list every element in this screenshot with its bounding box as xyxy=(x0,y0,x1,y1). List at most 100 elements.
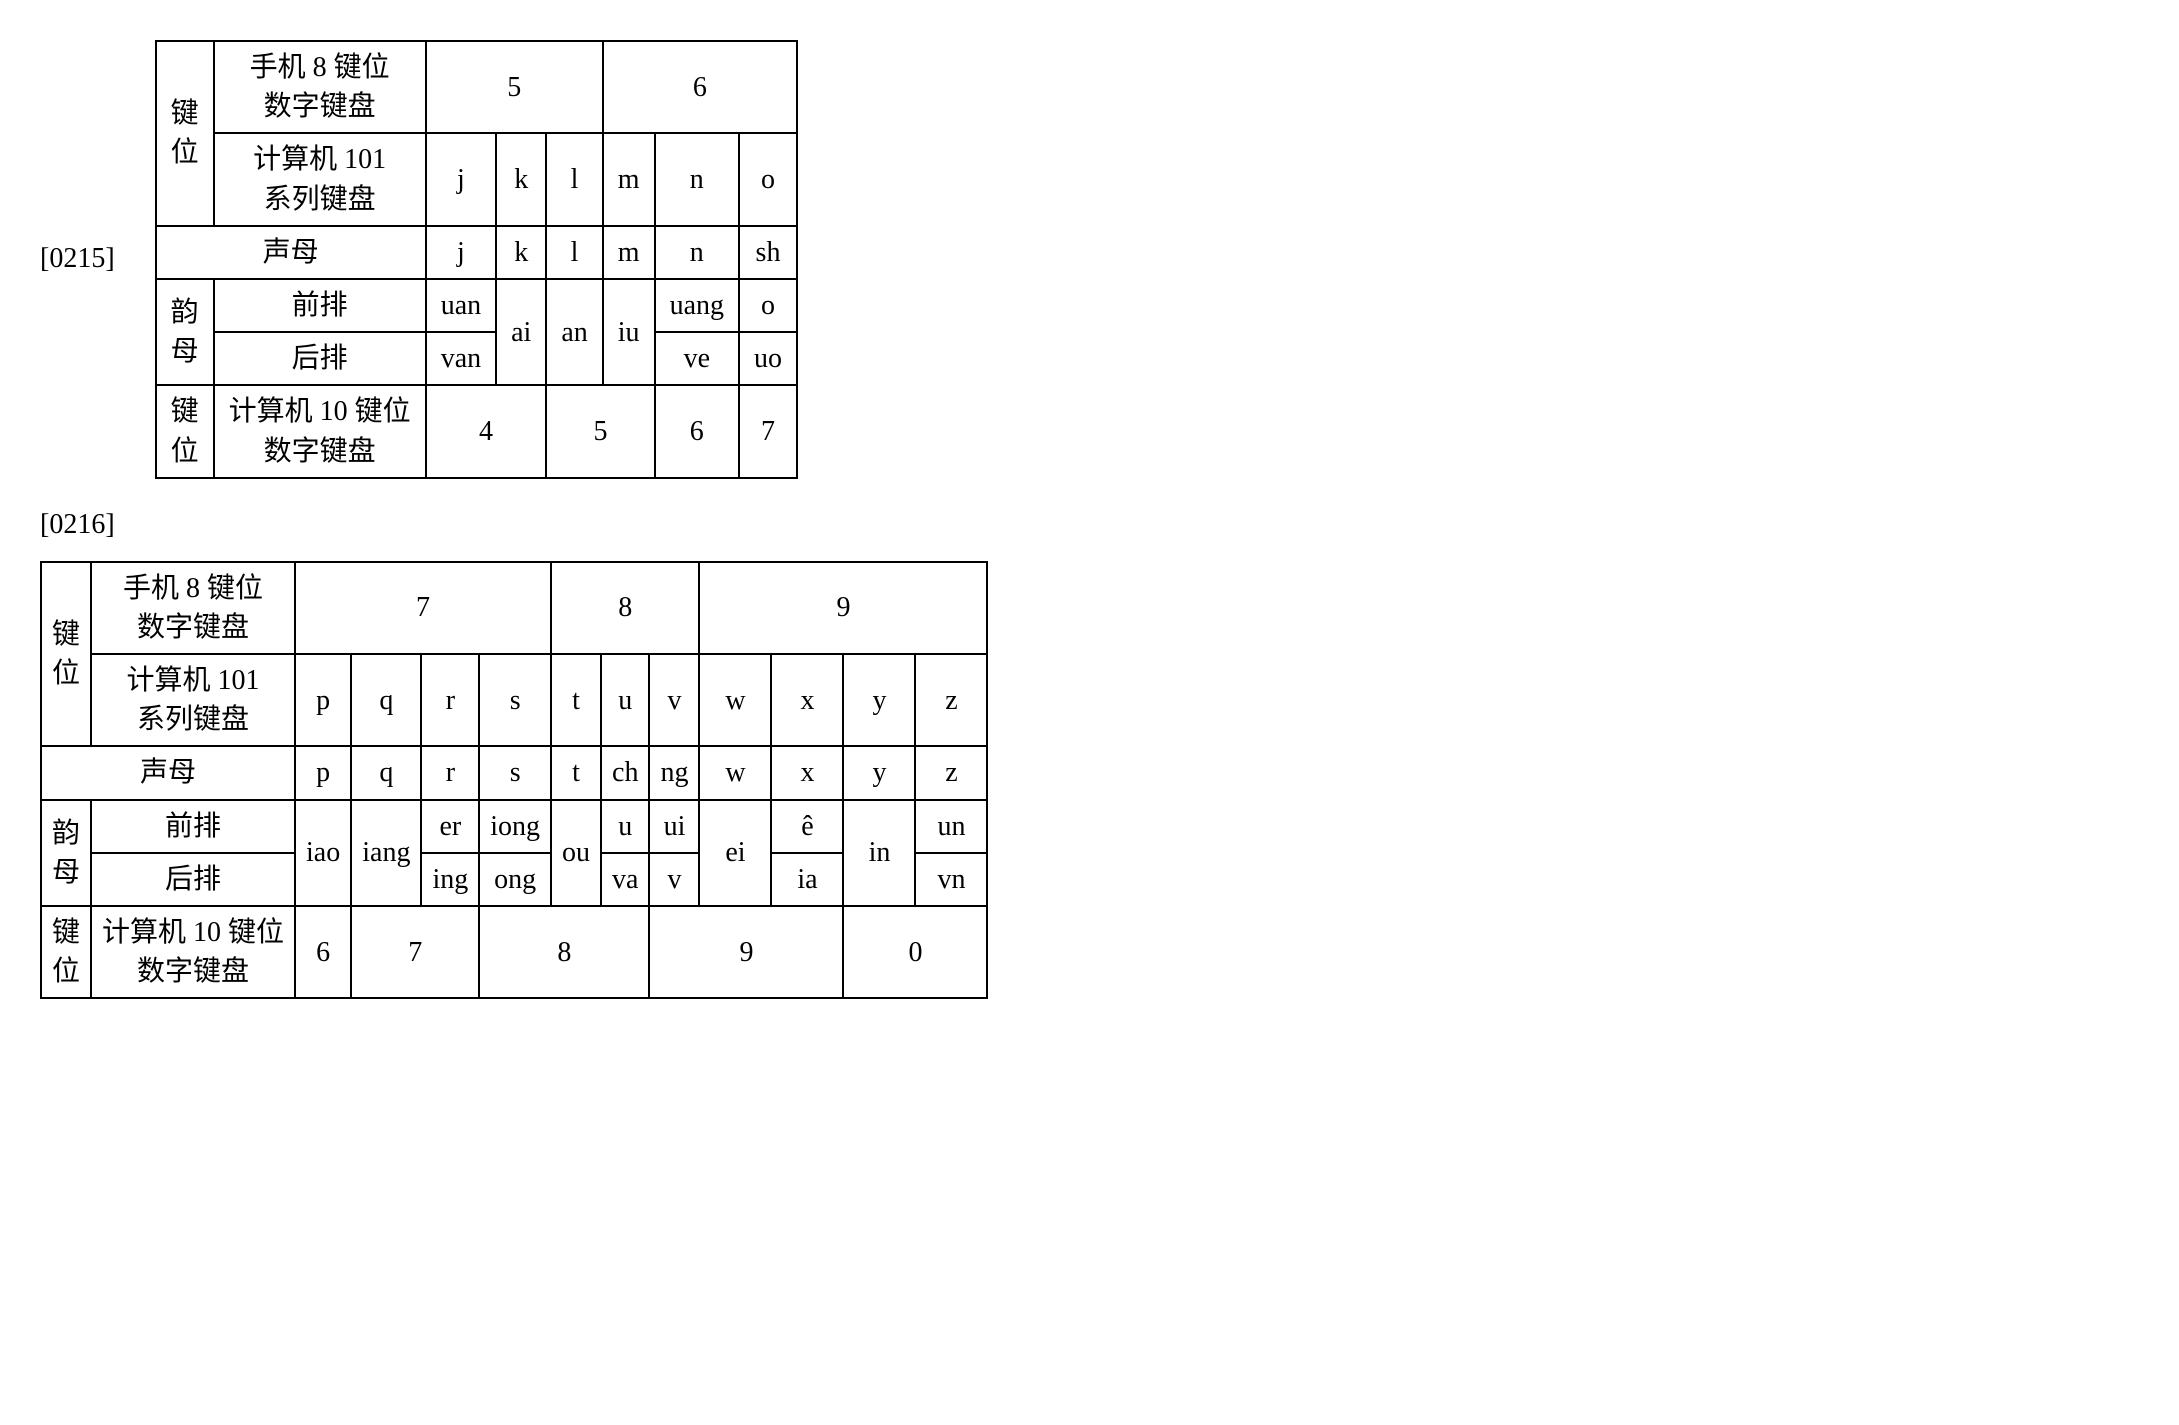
cell-ong: ong xyxy=(479,853,551,906)
cell-front: 前排 xyxy=(91,800,295,853)
cell-back: 后排 xyxy=(91,853,295,906)
cell-sk: k xyxy=(496,226,546,279)
cell-r: r xyxy=(421,654,479,746)
cell-x: x xyxy=(771,654,843,746)
cell-sm: m xyxy=(603,226,655,279)
cell-9: 9 xyxy=(699,562,987,654)
cell-j: j xyxy=(426,133,496,225)
table-row: 键位 手机 8 键位数字键盘 5 6 xyxy=(156,41,797,133)
cell-back: 后排 xyxy=(214,332,426,385)
cell-key-pos: 键位 xyxy=(156,41,214,226)
keymap-table-2: 键位 手机 8 键位数字键盘 7 8 9 计算机 101系列键盘 p q r s… xyxy=(40,561,988,1000)
cell-b7: 7 xyxy=(739,385,797,477)
cell-uan: uan xyxy=(426,279,496,332)
cell-ing: ing xyxy=(421,853,479,906)
table-row: 计算机 101系列键盘 p q r s t u v w x y z xyxy=(41,654,987,746)
cell-m: m xyxy=(603,133,655,225)
table-row: 键位 计算机 10 键位数字键盘 4 5 6 7 xyxy=(156,385,797,477)
cell-k: k xyxy=(496,133,546,225)
cell-6: 6 xyxy=(603,41,797,133)
cell-ei: ei xyxy=(699,800,771,906)
cell-comp101: 计算机 101系列键盘 xyxy=(91,654,295,746)
cell-ai: ai xyxy=(496,279,546,385)
cell-in: in xyxy=(843,800,915,906)
cell-va: va xyxy=(601,853,649,906)
cell-b6: 6 xyxy=(295,906,351,998)
cell-t: t xyxy=(551,654,601,746)
cell-ss: s xyxy=(479,746,551,799)
cell-phone8: 手机 8 键位数字键盘 xyxy=(91,562,295,654)
cell-v: v xyxy=(649,654,699,746)
cell-an: an xyxy=(546,279,602,385)
section-0216: 键位 手机 8 键位数字键盘 7 8 9 计算机 101系列键盘 p q r s… xyxy=(40,561,2139,1000)
cell-5: 5 xyxy=(426,41,603,133)
cell-iong: iong xyxy=(479,800,551,853)
cell-sj: j xyxy=(426,226,496,279)
cell-sl: l xyxy=(546,226,602,279)
cell-b0: 0 xyxy=(843,906,987,998)
cell-sr: r xyxy=(421,746,479,799)
cell-front: 前排 xyxy=(214,279,426,332)
cell-q: q xyxy=(351,654,421,746)
cell-sch: ch xyxy=(601,746,649,799)
cell-o: o xyxy=(739,133,797,225)
cell-b5: 5 xyxy=(546,385,654,477)
table-row: 计算机 101系列键盘 j k l m n o xyxy=(156,133,797,225)
cell-ssh: sh xyxy=(739,226,797,279)
cell-b6: 6 xyxy=(655,385,739,477)
section-0215: [0215] 键位 手机 8 键位数字键盘 5 6 计算机 101系列键盘 j … xyxy=(40,40,2139,479)
cell-l: l xyxy=(546,133,602,225)
cell-7: 7 xyxy=(295,562,551,654)
cell-key-pos-bottom: 键位 xyxy=(156,385,214,477)
cell-bv: v xyxy=(649,853,699,906)
paragraph-number-0216: [0216] xyxy=(40,509,2139,541)
cell-comp10: 计算机 10 键位数字键盘 xyxy=(214,385,426,477)
cell-sn: n xyxy=(655,226,739,279)
cell-y: y xyxy=(843,654,915,746)
cell-sp: p xyxy=(295,746,351,799)
cell-un: un xyxy=(915,800,987,853)
cell-sng: ng xyxy=(649,746,699,799)
cell-initial: 声母 xyxy=(41,746,295,799)
cell-vn: vn xyxy=(915,853,987,906)
cell-iu: iu xyxy=(603,279,655,385)
cell-ve: ve xyxy=(655,332,739,385)
cell-er: er xyxy=(421,800,479,853)
cell-z: z xyxy=(915,654,987,746)
cell-iao: iao xyxy=(295,800,351,906)
cell-phone8: 手机 8 键位数字键盘 xyxy=(214,41,426,133)
table-row: 声母 p q r s t ch ng w x y z xyxy=(41,746,987,799)
cell-sw: w xyxy=(699,746,771,799)
cell-u: u xyxy=(601,654,649,746)
cell-key-pos-bottom: 键位 xyxy=(41,906,91,998)
cell-sx: x xyxy=(771,746,843,799)
cell-fo: o xyxy=(739,279,797,332)
cell-sq: q xyxy=(351,746,421,799)
cell-b8: 8 xyxy=(479,906,649,998)
keymap-table-1: 键位 手机 8 键位数字键盘 5 6 计算机 101系列键盘 j k l m n… xyxy=(155,40,798,479)
cell-final: 韵母 xyxy=(156,279,214,385)
cell-s: s xyxy=(479,654,551,746)
cell-final: 韵母 xyxy=(41,800,91,906)
cell-key-pos: 键位 xyxy=(41,562,91,747)
table-row: 韵母 前排 iao iang er iong ou u ui ei ê in u… xyxy=(41,800,987,853)
cell-comp10: 计算机 10 键位数字键盘 xyxy=(91,906,295,998)
cell-ui: ui xyxy=(649,800,699,853)
cell-b4: 4 xyxy=(426,385,547,477)
cell-8: 8 xyxy=(551,562,699,654)
cell-van: van xyxy=(426,332,496,385)
paragraph-number-0215: [0215] xyxy=(40,243,115,275)
cell-p: p xyxy=(295,654,351,746)
cell-initial: 声母 xyxy=(156,226,426,279)
cell-w: w xyxy=(699,654,771,746)
cell-iang: iang xyxy=(351,800,421,906)
table-row: 声母 j k l m n sh xyxy=(156,226,797,279)
cell-sz: z xyxy=(915,746,987,799)
table-row: 后排 van ve uo xyxy=(156,332,797,385)
cell-ia: ia xyxy=(771,853,843,906)
cell-b9: 9 xyxy=(649,906,843,998)
cell-b7: 7 xyxy=(351,906,479,998)
table-row: 韵母 前排 uan ai an iu uang o xyxy=(156,279,797,332)
cell-sy: y xyxy=(843,746,915,799)
cell-ehat: ê xyxy=(771,800,843,853)
